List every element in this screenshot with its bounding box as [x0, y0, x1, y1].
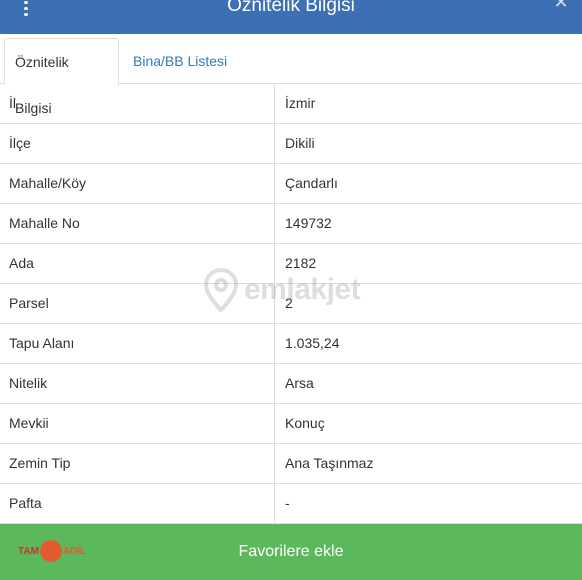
- row-value: 2182: [285, 255, 317, 271]
- row-value: 1.035,24: [285, 335, 340, 351]
- row-value: Çandarlı: [285, 175, 338, 191]
- footer-bar: TAM ADİL Favorilere ekle: [0, 524, 582, 580]
- tab-building-list[interactable]: Bina/BB Listesi: [123, 38, 237, 85]
- tab-bar: Öznitelik Bilgisi Bina/BB Listesi: [0, 34, 582, 116]
- row-key: Mahalle No: [0, 204, 275, 244]
- dialog-title: Öznitelik Bilgisi: [227, 0, 355, 16]
- add-to-favorites-button[interactable]: Favorilere ekle: [0, 524, 582, 580]
- row-key: Mahalle/Köy: [0, 164, 275, 204]
- row-value: 2: [285, 295, 293, 311]
- table-row: Mahalle/Köy Çandarlı: [0, 164, 582, 204]
- row-value: -: [285, 495, 290, 511]
- table-row: İlçe Dikili: [0, 124, 582, 164]
- table-row: Nitelik Arsa: [0, 364, 582, 404]
- attribute-table: İl İzmir İlçe Dikili Mahalle/Köy Çandarl…: [0, 84, 582, 524]
- table-row: Parsel 2: [0, 284, 582, 324]
- row-key: Parsel: [0, 284, 275, 324]
- row-value: İzmir: [285, 95, 316, 111]
- attribute-info-dialog: Öznitelik Bilgisi ✕ Öznitelik Bilgisi Bi…: [0, 0, 582, 580]
- row-value: Ana Taşınmaz: [285, 455, 374, 471]
- row-value: Dikili: [285, 135, 315, 151]
- row-value: 149732: [285, 215, 332, 231]
- row-key: Tapu Alanı: [0, 324, 275, 364]
- tab-attribute-info[interactable]: Öznitelik Bilgisi: [4, 38, 119, 116]
- table-row: Pafta -: [0, 484, 582, 524]
- row-key: Nitelik: [0, 364, 275, 404]
- row-value: Arsa: [285, 375, 314, 391]
- row-key: Zemin Tip: [0, 444, 275, 484]
- table-row: Zemin Tip Ana Taşınmaz: [0, 444, 582, 484]
- table-row: Mevkii Konuç: [0, 404, 582, 444]
- row-key: İl: [0, 84, 275, 124]
- dialog-header: Öznitelik Bilgisi ✕: [0, 0, 582, 34]
- table-row: İl İzmir: [0, 84, 582, 124]
- row-key: Ada: [0, 244, 275, 284]
- row-key: Pafta: [0, 484, 275, 524]
- table-row: Mahalle No 149732: [0, 204, 582, 244]
- row-key: Mevkii: [0, 404, 275, 444]
- table-row: Tapu Alanı 1.035,24: [0, 324, 582, 364]
- table-row: Ada 2182: [0, 244, 582, 284]
- row-value: Konuç: [285, 415, 325, 431]
- row-key: İlçe: [0, 124, 275, 164]
- close-icon[interactable]: ✕: [552, 0, 570, 11]
